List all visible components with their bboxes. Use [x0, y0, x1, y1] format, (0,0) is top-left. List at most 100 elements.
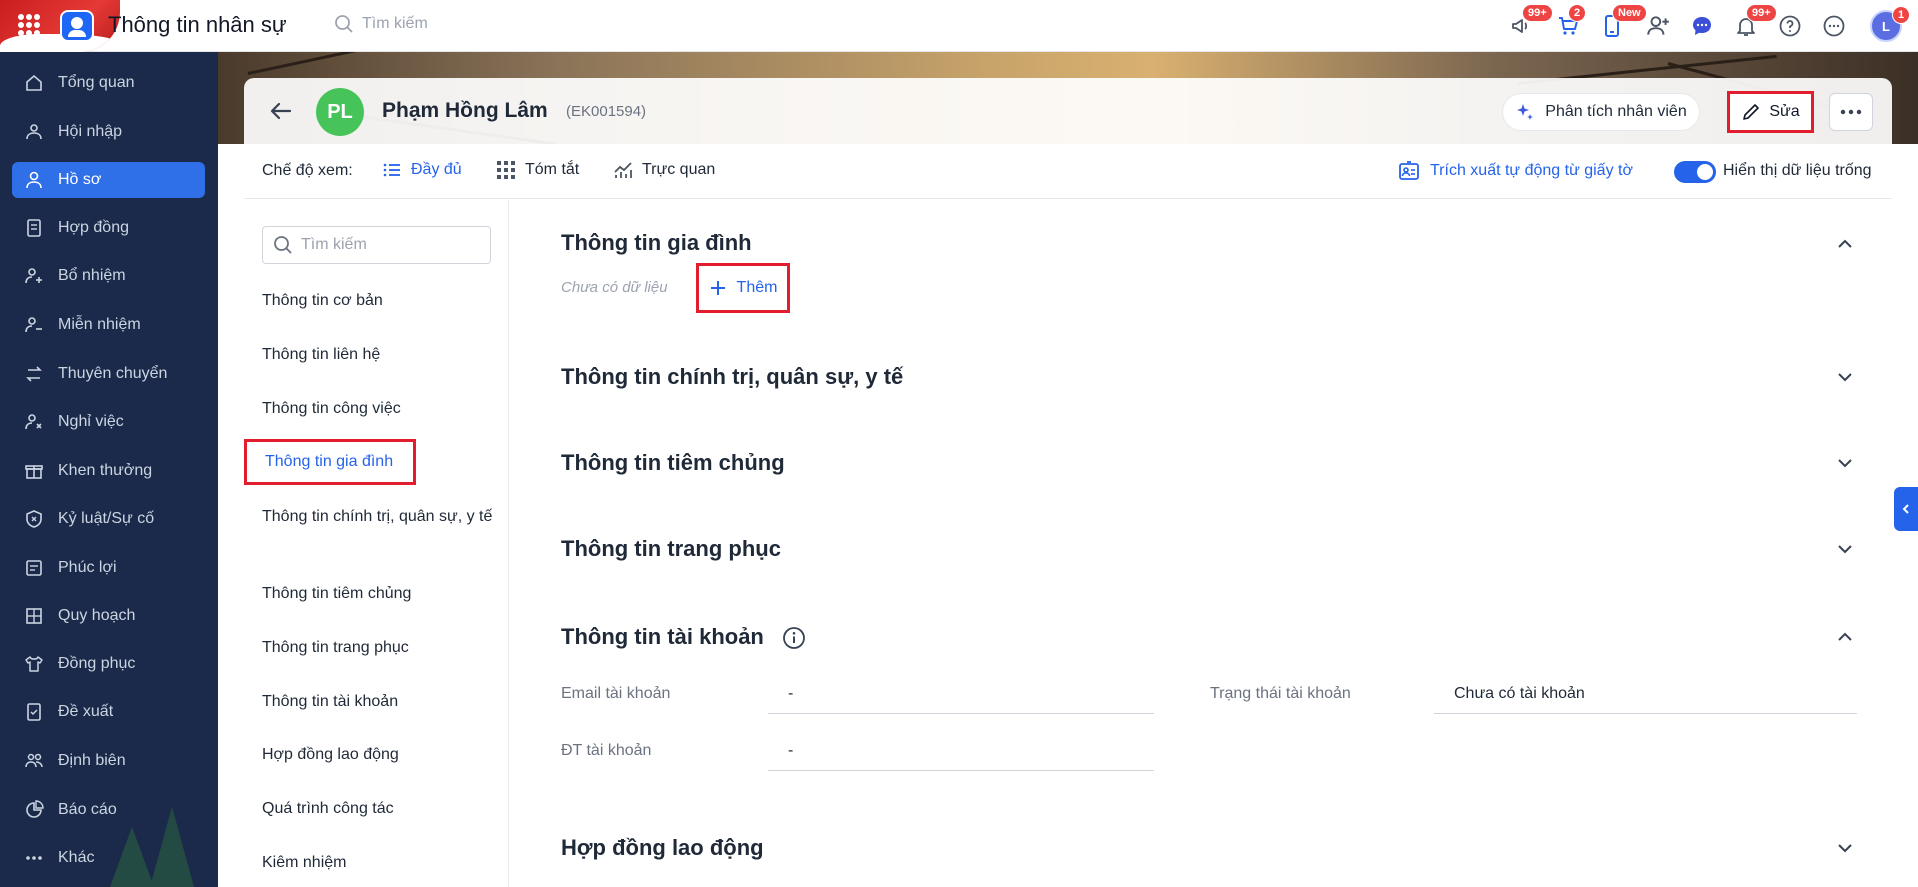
email-account-value: - [768, 685, 1154, 714]
sidebar-item-label: Miễn nhiệm [58, 316, 141, 333]
section-nav-item[interactable]: Kiêm nhiệm [262, 852, 494, 874]
phone-badge: New [1612, 4, 1647, 22]
bell-icon[interactable]: 99+ [1732, 4, 1777, 40]
section-nav-item[interactable]: Thông tin trang phục [262, 637, 494, 659]
more-actions-button[interactable] [1829, 93, 1873, 131]
sidebar-item-reward[interactable]: Khen thưởng [12, 453, 205, 489]
apps-grid-icon[interactable] [18, 14, 40, 36]
view-option-visual[interactable]: Trực quan [613, 160, 715, 180]
section-nav-item[interactable]: Thông tin cơ bản [262, 290, 494, 312]
sidebar-item-label: Hồ sơ [58, 171, 102, 188]
view-option-full[interactable]: Đầy đủ [382, 160, 462, 180]
phone-account-value: - [768, 742, 1154, 771]
section-nav-item[interactable]: Hợp đồng lao động [262, 744, 494, 766]
sidebar-item-profile[interactable]: Hồ sơ [12, 162, 205, 198]
chevron-left-icon [1902, 504, 1909, 514]
add-family-button[interactable]: Thêm [696, 263, 790, 313]
megaphone-icon[interactable]: 99+ [1508, 4, 1553, 40]
decor-tree [110, 827, 154, 887]
chevron-down-icon[interactable] [1835, 367, 1855, 387]
sidebar-item-label: Tổng quan [58, 74, 135, 91]
sidebar-item-transfer[interactable]: Thuyên chuyển [12, 356, 205, 392]
back-arrow-icon[interactable] [268, 98, 294, 124]
phone-icon[interactable]: New [1598, 4, 1647, 40]
top-search-placeholder: Tìm kiếm [362, 15, 428, 32]
uniform-icon [25, 656, 43, 672]
view-option-label: Trực quan [642, 161, 716, 178]
dismiss-icon [25, 317, 42, 333]
section-nav-item[interactable]: Thông tin liên hệ [262, 344, 494, 366]
section-search-input[interactable]: Tìm kiếm [262, 226, 491, 264]
section-nav-item[interactable]: Thông tin chính trị, quân sự, y tế [262, 506, 494, 528]
section-title-vaccination: Thông tin tiêm chủng [561, 450, 785, 475]
chevron-up-icon[interactable] [1835, 627, 1855, 647]
chevron-down-icon[interactable] [1835, 838, 1855, 858]
sidebar-item-label: Bổ nhiệm [58, 267, 126, 284]
chevron-up-icon[interactable] [1835, 234, 1855, 254]
analyze-employee-button[interactable]: Phân tích nhân viên [1502, 93, 1700, 131]
user-badge: 1 [1892, 6, 1911, 24]
top-search[interactable]: Tìm kiếm [334, 14, 428, 34]
cart-icon[interactable]: 2 [1554, 4, 1587, 40]
section-nav-item-active[interactable]: Thông tin gia đình [244, 439, 416, 485]
sidebar-item-overview[interactable]: Tổng quan [12, 65, 205, 101]
chevron-down-icon[interactable] [1835, 539, 1855, 559]
help-icon[interactable] [1776, 12, 1804, 40]
view-mode-label: Chế độ xem: [262, 162, 353, 179]
reward-icon [25, 465, 43, 479]
section-title-labor-contract: Hợp đồng lao động [561, 835, 764, 860]
sidebar-item-label: Đề xuất [58, 703, 114, 720]
sidebar-item-label: Báo cáo [58, 801, 117, 818]
list-icon [383, 163, 400, 177]
chat-icon[interactable] [1688, 12, 1716, 40]
view-option-label: Tóm tắt [525, 161, 580, 178]
view-option-summary[interactable]: Tóm tắt [496, 160, 579, 180]
profile-content: Thông tin gia đình Chưa có dữ liệu Thêm … [510, 200, 1892, 887]
auto-extract-label: Trích xuất tự động từ giấy tờ [1430, 162, 1633, 179]
onboard-icon [26, 124, 42, 140]
sidebar-item-label: Đồng phục [58, 655, 136, 672]
add-user-icon[interactable] [1644, 12, 1672, 40]
megaphone-icon[interactable] [420, 12, 448, 40]
section-nav-item[interactable]: Thông tin tiêm chủng [262, 583, 494, 605]
sidebar-item-contract[interactable]: Hợp đồng [12, 210, 205, 246]
sidebar-item-appointment[interactable]: Bổ nhiệm [12, 258, 205, 294]
grid-dots-icon [497, 161, 515, 179]
employee-avatar: PL [316, 88, 364, 136]
section-search-placeholder: Tìm kiếm [301, 236, 367, 253]
section-nav-item[interactable]: Quá trình công tác [262, 798, 494, 820]
sidebar-item-label: Nghỉ việc [58, 413, 124, 430]
edit-button[interactable]: Sửa [1727, 91, 1814, 133]
profile-icon [26, 171, 42, 189]
sidebar-item-uniform[interactable]: Đồng phục [12, 646, 205, 682]
chevron-down-icon[interactable] [1835, 453, 1855, 473]
show-empty-toggle[interactable] [1674, 161, 1716, 183]
section-nav-item[interactable]: Thông tin công việc [262, 398, 494, 420]
sidebar-item-proposal[interactable]: Đề xuất [12, 694, 205, 730]
sidebar-item-benefit[interactable]: Phúc lợi [12, 550, 205, 586]
resign-icon [25, 414, 42, 430]
sidebar-item-headcount[interactable]: Định biên [12, 743, 205, 779]
sidebar-item-discipline[interactable]: Kỷ luật/Sự cố [12, 501, 205, 537]
section-title-family: Thông tin gia đình [561, 230, 752, 255]
section-title-uniform: Thông tin trang phục [561, 536, 781, 561]
section-nav: Tìm kiếm Thông tin cơ bản Thông tin liên… [244, 200, 509, 887]
decor-tree [150, 807, 194, 887]
auto-extract-link[interactable]: Trích xuất tự động từ giấy tờ [1398, 160, 1633, 182]
sidebar-item-label: Khác [58, 849, 95, 866]
sidebar-item-planning[interactable]: Quy hoạch [12, 598, 205, 634]
app-logo [60, 10, 94, 42]
collapse-panel-tab[interactable] [1894, 487, 1918, 531]
trend-chart-icon [614, 162, 632, 178]
user-avatar[interactable]: L 1 [1870, 6, 1911, 42]
sidebar-item-onboarding[interactable]: Hội nhập [12, 114, 205, 150]
sidebar-item-dismissal[interactable]: Miễn nhiệm [12, 307, 205, 343]
section-nav-item[interactable]: Thông tin tài khoản [262, 691, 494, 713]
info-icon[interactable] [782, 626, 806, 650]
analyze-label: Phân tích nhân viên [1545, 103, 1687, 120]
megaphone-badge: 99+ [1522, 4, 1553, 22]
sidebar-item-resignation[interactable]: Nghỉ việc [12, 404, 205, 440]
other-icon [26, 856, 42, 860]
app-title: Thông tin nhân sự [108, 12, 287, 37]
more-circle-icon[interactable] [1820, 12, 1848, 40]
